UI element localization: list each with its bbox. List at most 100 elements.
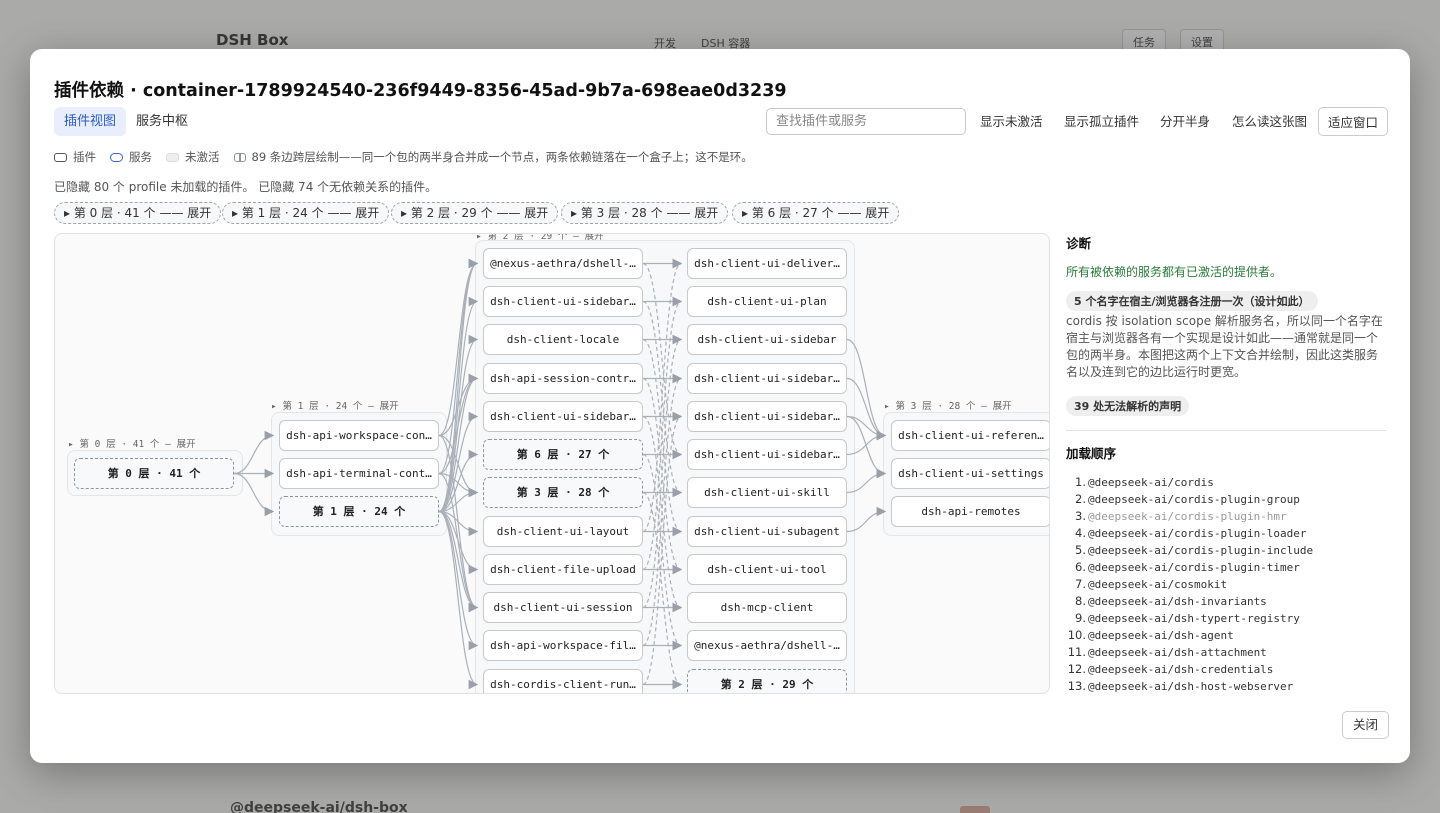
dependency-edge [846, 338, 887, 441]
diagnostics-ok-message: 所有被依赖的服务都有已激活的提供者。 [1066, 265, 1283, 279]
load-order-plugin-name: @deepseek-ai/dsh-host-webserver [1088, 680, 1294, 693]
load-order-plugin-name: @deepseek-ai/cordis-plugin-hmr [1088, 510, 1287, 523]
dependency-edge [642, 373, 683, 647]
plugin-node[interactable]: dsh-api-session-contr… [483, 363, 643, 394]
dialog-title: 插件依赖 · container-1789924540-236f9449-835… [54, 81, 787, 101]
plugin-node[interactable]: dsh-api-workspace-con… [279, 420, 439, 451]
load-order-plugin-name: @deepseek-ai/cordis-plugin-timer [1088, 561, 1300, 574]
load-order-number: 4. [1075, 526, 1086, 540]
cross-layer-swatch-icon [233, 152, 246, 162]
load-order-item[interactable]: 10. @deepseek-ai/dsh-agent [1066, 627, 1386, 644]
load-order-plugin-name: @deepseek-ai/dsh-credentials [1088, 663, 1274, 676]
load-order-item[interactable]: 9. @deepseek-ai/dsh-typert-registry [1066, 610, 1386, 627]
dependency-edge [233, 472, 275, 517]
plugin-node[interactable]: dsh-client-ui-sidebar… [687, 439, 847, 470]
tab-plugin-view[interactable]: 插件视图 [54, 107, 127, 136]
load-order-item[interactable]: 12. @deepseek-ai/dsh-credentials [1066, 661, 1386, 678]
duplicate-names-badge[interactable]: 5 个名字在宿主/浏览器各注册一次（设计如此） [1066, 291, 1318, 311]
plugin-node[interactable]: dsh-client-ui-sidebar [687, 324, 847, 355]
load-order-list: 1. @deepseek-ai/cordis 2. @deepseek-ai/cord… [1066, 474, 1386, 694]
layer-chip-1[interactable]: ▸ 第 1 层 · 24 个 —— 展开 [222, 202, 390, 224]
layer-0-label[interactable]: ▸ 第 0 层 · 41 个 — 展开 [68, 436, 196, 450]
unresolved-declarations-badge[interactable]: 39 处无法解析的声明 [1066, 396, 1190, 416]
collapsed-layer-node[interactable]: 第 3 层 · 28 个 [483, 477, 643, 508]
load-order-item[interactable]: 6. @deepseek-ai/cordis-plugin-timer [1066, 559, 1386, 576]
plugin-node[interactable]: @nexus-aethra/dshell-… [687, 630, 847, 661]
plugin-node[interactable]: dsh-client-ui-session [483, 592, 643, 623]
fit-window-button[interactable]: 适应窗口 [1318, 107, 1389, 136]
collapsed-layer-node[interactable]: 第 2 层 · 29 个 [687, 669, 847, 693]
collapsed-layer-node[interactable]: 第 6 层 · 27 个 [483, 439, 643, 470]
layer-2-label[interactable]: ▸ 第 2 层 · 29 个 — 展开 [476, 234, 604, 242]
service-swatch-icon [110, 152, 123, 162]
load-order-item[interactable]: 1. @deepseek-ai/cordis [1066, 474, 1386, 491]
plugin-node[interactable]: @nexus-aethra/dshell-… [483, 248, 643, 279]
inactive-swatch-icon [166, 152, 179, 162]
load-order-item[interactable]: 13. @deepseek-ai/dsh-host-webserver [1066, 678, 1386, 694]
load-order-item[interactable]: 2. @deepseek-ai/cordis-plugin-group [1066, 491, 1386, 508]
load-order-item[interactable]: 7. @deepseek-ai/cosmokit [1066, 576, 1386, 593]
plugin-node[interactable]: dsh-client-ui-tool [687, 554, 847, 585]
load-order-number: 10. [1067, 628, 1086, 642]
search-input[interactable] [766, 108, 966, 135]
load-order-plugin-name: @deepseek-ai/cordis-plugin-loader [1088, 527, 1307, 540]
split-halves-button[interactable]: 分开半身 [1160, 107, 1210, 136]
plugin-node[interactable]: dsh-client-ui-subagent [687, 516, 847, 547]
plugin-node[interactable]: dsh-client-file-upload [483, 554, 643, 585]
dependency-edge [233, 430, 275, 475]
plugin-node[interactable]: dsh-cordis-client-run… [483, 669, 643, 693]
dependency-edge [438, 296, 479, 513]
load-order-item[interactable]: 4. @deepseek-ai/cordis-plugin-loader [1066, 525, 1386, 542]
tab-service-hub[interactable]: 服务中枢 [126, 107, 198, 136]
how-to-read-button[interactable]: 怎么读这张图 [1232, 107, 1307, 136]
collapsed-layer-node[interactable]: 第 1 层 · 24 个 [279, 496, 439, 527]
load-order-item[interactable]: 8. @deepseek-ai/dsh-invariants [1066, 593, 1386, 610]
load-order-number: 9. [1075, 611, 1086, 625]
legend-plugin: 插件 [54, 149, 96, 165]
plugin-node[interactable]: dsh-client-ui-sidebar… [687, 363, 847, 394]
plugin-node[interactable]: dsh-api-terminal-cont… [279, 458, 439, 489]
plugin-node[interactable]: dsh-client-ui-settings [891, 458, 1049, 489]
plugin-node[interactable]: dsh-client-ui-deliver… [687, 248, 847, 279]
plugin-node[interactable]: dsh-client-ui-plan [687, 286, 847, 317]
plugin-node[interactable]: dsh-api-workspace-fil… [483, 630, 643, 661]
layer-chip-0[interactable]: ▸ 第 0 层 · 41 个 —— 展开 [54, 202, 222, 224]
dependency-edge [846, 415, 887, 479]
load-order-item[interactable]: 5. @deepseek-ai/cordis-plugin-include [1066, 542, 1386, 559]
load-order-plugin-name: @deepseek-ai/cosmokit [1088, 578, 1228, 591]
load-order-plugin-name: @deepseek-ai/dsh-invariants [1088, 595, 1267, 608]
load-order-number: 3. [1075, 509, 1086, 523]
plugin-node[interactable]: dsh-client-ui-layout [483, 516, 643, 547]
collapsed-layer-node[interactable]: 第 0 层 · 41 个 [74, 458, 234, 489]
load-order-number: 1. [1075, 475, 1086, 489]
plugin-node[interactable]: dsh-client-locale [483, 324, 643, 355]
dependency-edge [642, 296, 683, 571]
load-order-title: 加载顺序 [1066, 446, 1117, 461]
plugin-node[interactable]: dsh-client-ui-skill [687, 477, 847, 508]
plugin-node[interactable]: dsh-client-ui-sidebar… [483, 401, 643, 432]
layer-chip-3[interactable]: ▸ 第 3 层 · 28 个 —— 展开 [561, 202, 729, 224]
legend-service: 服务 [110, 149, 152, 165]
hidden-plugins-note: 已隐藏 80 个 profile 未加载的插件。 已隐藏 74 个无依赖关系的插… [54, 180, 438, 194]
load-order-item[interactable]: 11. @deepseek-ai/dsh-attachment [1066, 644, 1386, 661]
layer-chip-2[interactable]: ▸ 第 2 层 · 29 个 —— 展开 [391, 202, 559, 224]
legend-cross-layer: 89 条边跨层绘制——同一个包的两半身合并成一个节点，两条依赖链落在一个盒子上；… [233, 149, 753, 165]
layer-3-label[interactable]: ▸ 第 3 层 · 28 个 — 展开 [884, 398, 1012, 412]
graph-legend: 插件 服务 未激活 89 条边跨层绘制——同一个包的两半身合并成一个节点，两条依… [54, 149, 767, 165]
show-inactive-button[interactable]: 显示未激活 [980, 107, 1043, 136]
show-orphans-button[interactable]: 显示孤立插件 [1064, 107, 1139, 136]
close-button[interactable]: 关闭 [1342, 711, 1390, 739]
plugin-node[interactable]: dsh-client-ui-sidebar… [483, 286, 643, 317]
dependency-edge [642, 334, 683, 609]
load-order-number: 6. [1075, 560, 1086, 574]
plugin-node[interactable]: dsh-mcp-client [687, 592, 847, 623]
layer-chip-6[interactable]: ▸ 第 6 层 · 27 个 —— 展开 [732, 202, 900, 224]
plugin-node[interactable]: dsh-client-ui-referen… [891, 420, 1049, 451]
plugin-swatch-icon [54, 152, 67, 162]
load-order-item[interactable]: 3. @deepseek-ai/cordis-plugin-hmr [1066, 508, 1386, 525]
layer-1-label[interactable]: ▸ 第 1 层 · 24 个 — 展开 [271, 398, 399, 412]
plugin-node[interactable]: dsh-api-remotes [891, 496, 1049, 527]
dependency-edge [438, 510, 479, 651]
plugin-node[interactable]: dsh-client-ui-sidebar… [687, 401, 847, 432]
dependency-graph-canvas[interactable]: ▸ 第 0 层 · 41 个 — 展开 ▸ 第 1 层 · 24 个 — 展开 … [54, 233, 1050, 694]
